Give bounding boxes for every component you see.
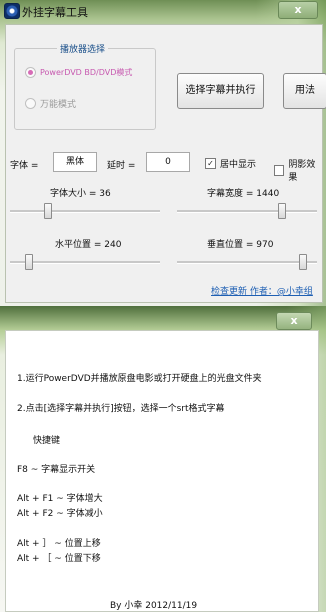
radio-powerdvd-mode[interactable]: PowerDVD BD/DVD模式 — [25, 67, 132, 78]
player-group-title: 播放器选择 — [57, 42, 109, 55]
font-size-slider[interactable] — [10, 201, 160, 221]
subtitle-tool-window: 外挂字幕工具 x 播放器选择 PowerDVD BD/DVD模式 万能模式 选择… — [0, 0, 326, 306]
window-title: 外挂字幕工具 — [22, 6, 88, 19]
checkbox-box: ✓ — [205, 158, 216, 169]
checkbox-label: 居中显示 — [220, 160, 257, 170]
delay-label: 延时 = — [107, 161, 136, 171]
font-label: 字体 = — [10, 161, 39, 171]
radio-universal-mode[interactable]: 万能模式 — [25, 97, 76, 110]
slider-thumb[interactable] — [278, 203, 286, 219]
close-button[interactable]: x — [278, 1, 318, 19]
shortcut-alt-f2: Alt + F2 ~ 字体减小 — [17, 509, 103, 519]
slider-thumb[interactable] — [298, 254, 307, 270]
main-panel: 播放器选择 PowerDVD BD/DVD模式 万能模式 选择字幕并执行 用法 … — [5, 24, 326, 303]
usage-help-window: x 1.运行PowerDVD并播放原盘电影或打开硬盘上的光盘文件夹 2.点击[选… — [0, 306, 326, 612]
close-button[interactable]: x — [276, 312, 312, 330]
checkbox-box — [274, 164, 285, 176]
slider-track — [10, 210, 160, 213]
slider-thumb[interactable] — [24, 254, 33, 270]
help-content: 1.运行PowerDVD并播放原盘电影或打开硬盘上的光盘文件夹 2.点击[选择字… — [5, 330, 319, 612]
check-update-link[interactable]: 检查更新 作者：@小幸组 — [211, 284, 313, 297]
usage-button[interactable]: 用法 — [283, 73, 326, 109]
slider-track — [177, 261, 317, 264]
font-field[interactable]: 黑体 — [53, 152, 97, 172]
horizontal-position-label: 水平位置 = 240 — [55, 240, 122, 250]
checkbox-label: 阴影效果 — [288, 160, 316, 183]
player-select-group: 播放器选择 PowerDVD BD/DVD模式 万能模式 — [14, 42, 156, 130]
vertical-position-slider[interactable] — [177, 252, 317, 272]
radio-indicator — [25, 98, 36, 109]
vertical-position-label: 垂直位置 = 970 — [207, 240, 274, 250]
horizontal-position-slider[interactable] — [10, 252, 160, 272]
shortcut-alt-f1: Alt + F1 ~ 字体增大 — [17, 494, 103, 504]
slider-thumb[interactable] — [43, 203, 52, 219]
app-icon — [4, 3, 20, 19]
help-step-2: 2.点击[选择字幕并执行]按钮，选择一个srt格式字幕 — [17, 404, 225, 414]
delay-field[interactable]: 0 — [146, 152, 190, 172]
shortcut-alt-bracket-right: Alt + ］ ~ 位置上移 — [17, 539, 101, 549]
help-step-1: 1.运行PowerDVD并播放原盘电影或打开硬盘上的光盘文件夹 — [17, 374, 262, 384]
select-subtitle-execute-button[interactable]: 选择字幕并执行 — [177, 73, 264, 109]
subtitle-width-slider[interactable] — [177, 201, 317, 221]
title-bar: 外挂字幕工具 x — [0, 0, 326, 22]
shortcut-f8: F8 ~ 字幕显示开关 — [17, 465, 96, 475]
author-signature: By 小幸 2012/11/19 — [110, 601, 198, 611]
font-size-label: 字体大小 = 36 — [50, 189, 111, 199]
radio-indicator — [25, 67, 36, 78]
shortcut-heading: 快捷键 — [33, 436, 61, 446]
slider-track — [177, 210, 317, 213]
shadow-effect-checkbox[interactable]: 阴影效果 — [274, 157, 322, 183]
shortcut-alt-bracket-left: Alt + ［ ~ 位置下移 — [17, 554, 101, 564]
center-display-checkbox[interactable]: ✓ 居中显示 — [205, 157, 256, 170]
radio-label: 万能模式 — [40, 100, 77, 110]
radio-label: PowerDVD BD/DVD模式 — [40, 68, 133, 77]
subtitle-width-label: 字幕宽度 = 1440 — [207, 189, 280, 199]
